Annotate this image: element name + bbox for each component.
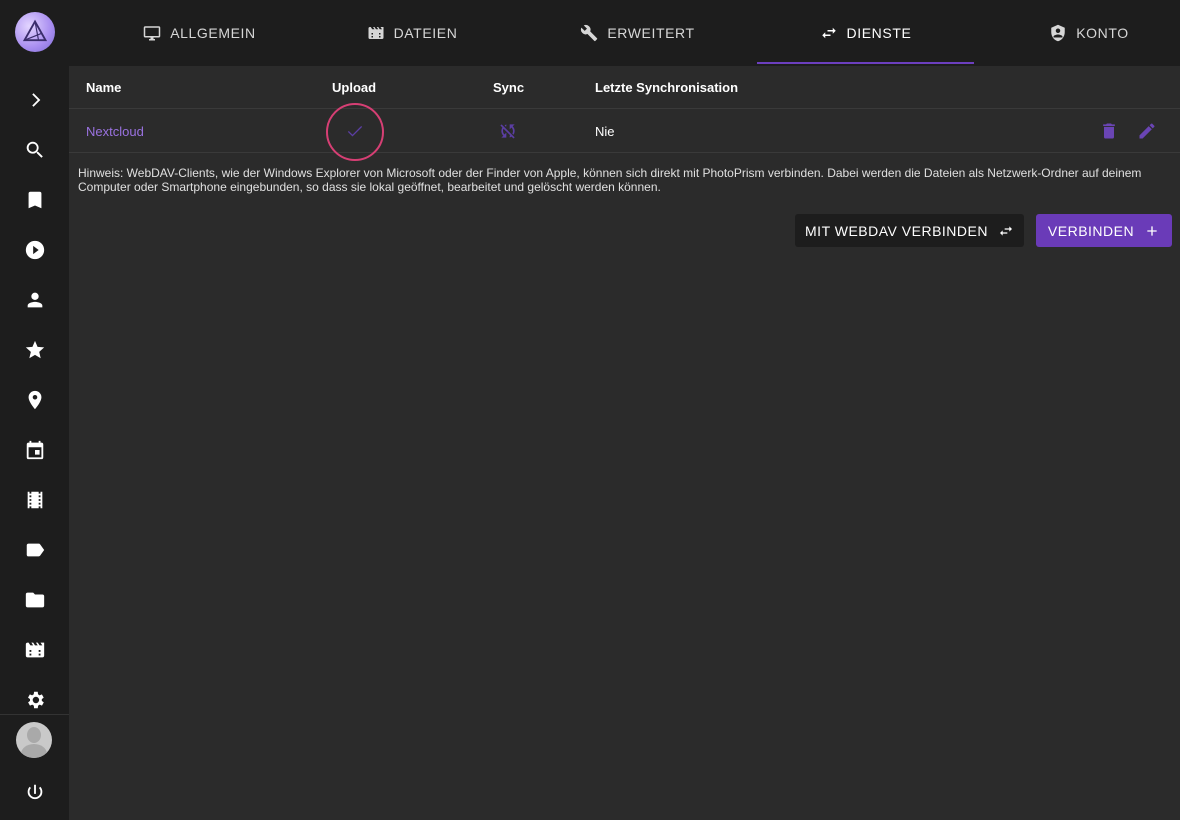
chevron-right-icon: [31, 93, 40, 107]
table-row: Nextcloud Nie: [69, 109, 1180, 153]
sidebar-item-bookmarks[interactable]: [0, 180, 69, 220]
column-header-sync[interactable]: Sync: [493, 80, 524, 95]
delete-button[interactable]: [1097, 119, 1121, 143]
tab-label: KONTO: [1076, 25, 1129, 41]
sync-status[interactable]: [496, 119, 520, 143]
tab-advanced[interactable]: ERWEITERT: [529, 0, 746, 66]
connect-webdav-button[interactable]: MIT WEBDAV VERBINDEN: [795, 214, 1024, 247]
avatar-head-shape: [27, 727, 41, 743]
tab-label: DATEIEN: [393, 25, 458, 41]
sidebar-expand-button[interactable]: [0, 80, 69, 120]
sidebar: [0, 0, 69, 820]
wrench-icon: [581, 24, 598, 42]
plus-icon: [1147, 225, 1157, 236]
app-logo[interactable]: [15, 12, 55, 52]
active-tab-indicator: [757, 62, 974, 64]
avatar-body-shape: [21, 744, 47, 758]
tab-general[interactable]: ALLGEMEIN: [69, 0, 330, 66]
app: ALLGEMEIN DATEIEN ERWEITERT DIENSTE KONT…: [0, 0, 1180, 820]
play-circle-icon: [25, 240, 44, 260]
table-header: Name Upload Sync Letzte Synchronisation: [69, 66, 1180, 109]
sidebar-divider: [0, 714, 69, 715]
tab-bar: ALLGEMEIN DATEIEN ERWEITERT DIENSTE KONT…: [69, 0, 1180, 66]
trash-icon: [1103, 123, 1115, 139]
tab-account[interactable]: KONTO: [974, 0, 1180, 66]
button-label: VERBINDEN: [1047, 222, 1135, 239]
avatar[interactable]: [16, 722, 52, 758]
last-sync-value: Nie: [595, 124, 615, 139]
tab-label: ERWEITERT: [607, 25, 695, 41]
film-folder-icon: [368, 27, 384, 39]
upload-highlight-circle: [326, 103, 384, 161]
tab-services[interactable]: DIENSTE: [757, 0, 974, 66]
tab-files[interactable]: DATEIEN: [296, 0, 528, 66]
sidebar-item-videos[interactable]: [0, 230, 69, 270]
star-icon: [25, 340, 44, 359]
calendar-icon: [26, 440, 43, 460]
sidebar-item-search[interactable]: [0, 130, 69, 170]
edit-button[interactable]: [1135, 119, 1159, 143]
person-icon: [27, 292, 42, 308]
sidebar-item-moments[interactable]: [0, 480, 69, 520]
service-name-link[interactable]: Nextcloud: [86, 124, 144, 139]
tab-label: ALLGEMEIN: [170, 25, 256, 41]
sidebar-item-folders[interactable]: [0, 580, 69, 620]
column-header-upload[interactable]: Upload: [332, 80, 376, 95]
column-header-name[interactable]: Name: [86, 80, 121, 95]
folder-icon: [25, 592, 44, 608]
column-header-last-sync[interactable]: Letzte Synchronisation: [595, 80, 738, 95]
sidebar-item-people[interactable]: [0, 280, 69, 320]
film-icon: [27, 491, 42, 509]
search-icon: [26, 141, 43, 158]
label-icon: [26, 543, 44, 557]
sidebar-item-favorites[interactable]: [0, 330, 69, 370]
film-folder-icon: [25, 642, 44, 658]
sidebar-item-library[interactable]: [0, 630, 69, 670]
bookmark-icon: [28, 191, 41, 209]
services-table: Name Upload Sync Letzte Synchronisation …: [69, 66, 1180, 161]
swap-icon: [821, 27, 836, 39]
monitor-icon: [143, 26, 161, 41]
power-icon: [27, 784, 42, 800]
place-icon: [28, 390, 41, 410]
connect-button[interactable]: VERBINDEN: [1036, 214, 1172, 247]
account-shield-icon: [1051, 24, 1065, 42]
sync-off-icon: [500, 124, 515, 139]
sidebar-item-places[interactable]: [0, 380, 69, 420]
sidebar-item-labels[interactable]: [0, 530, 69, 570]
button-label: MIT WEBDAV VERBINDEN: [805, 222, 988, 239]
prism-logo-icon: [22, 19, 48, 42]
swap-icon: [999, 225, 1012, 236]
webdav-hint: Hinweis: WebDAV-Clients, wie der Windows…: [78, 166, 1142, 194]
tab-label: DIENSTE: [846, 25, 912, 41]
pencil-icon: [1139, 123, 1155, 139]
logout-button[interactable]: [0, 773, 69, 813]
sidebar-item-calendar[interactable]: [0, 430, 69, 470]
gear-icon: [27, 691, 44, 709]
